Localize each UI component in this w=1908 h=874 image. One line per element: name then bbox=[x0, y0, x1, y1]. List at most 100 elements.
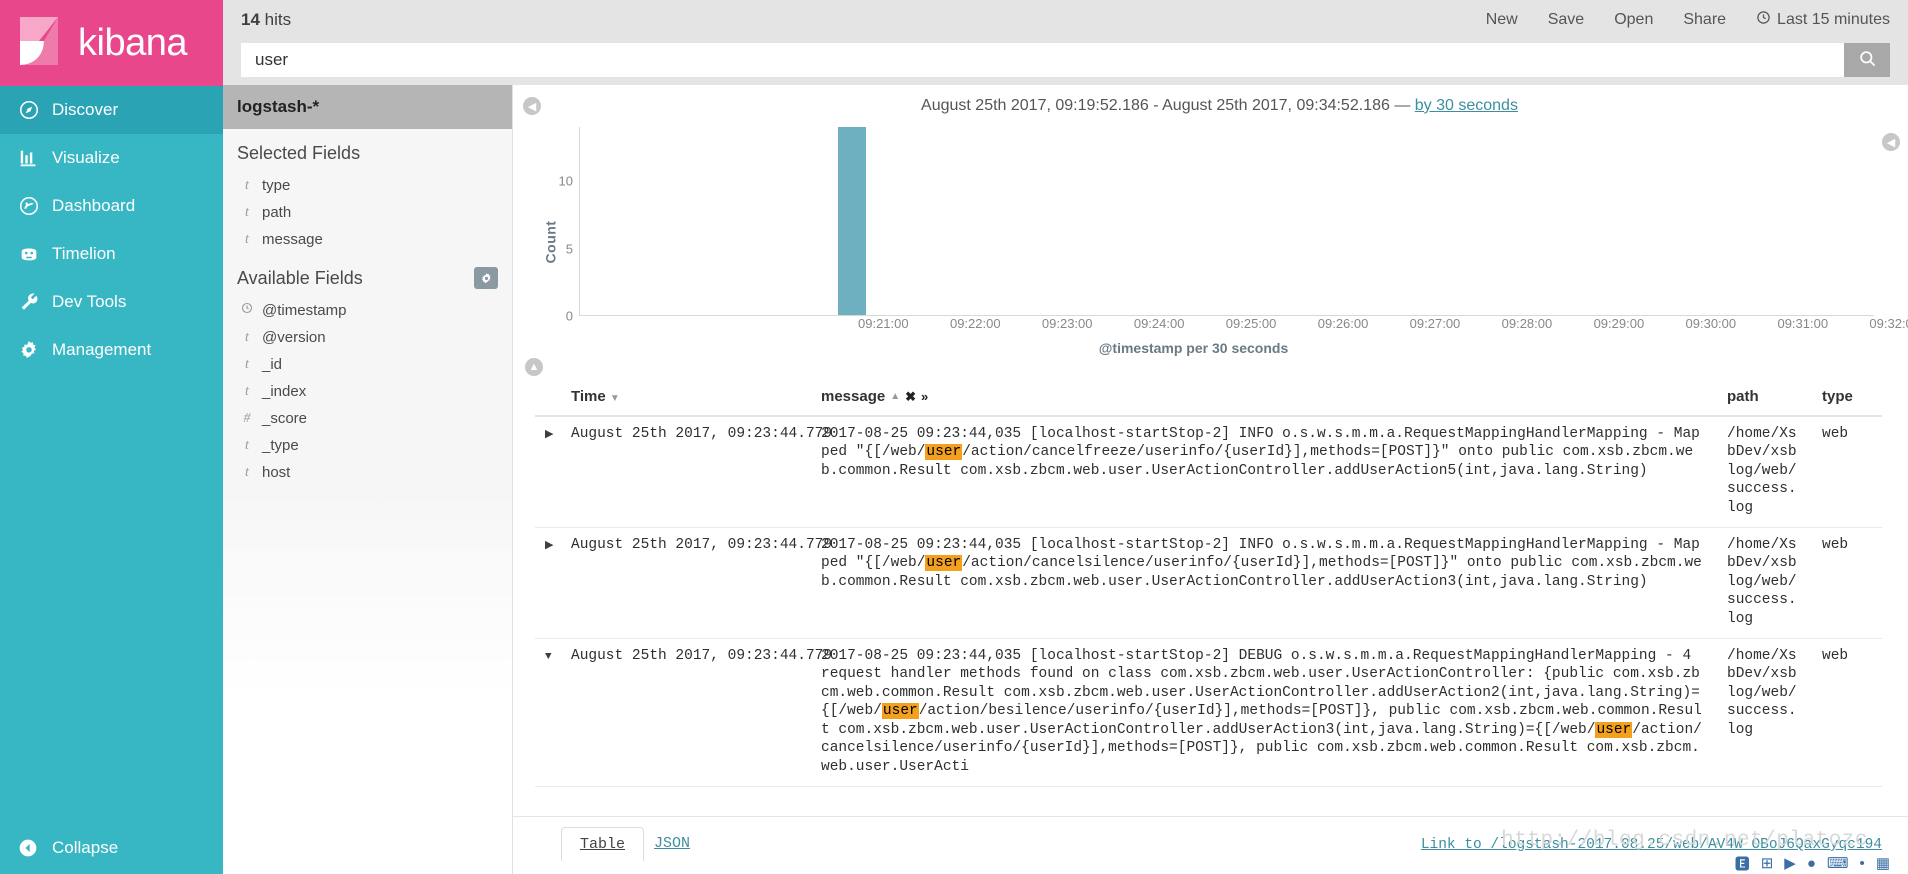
msg-part: /action/besilence/userinfo/{userId}],met… bbox=[821, 703, 1702, 738]
x-tick: 09:28:00 bbox=[1501, 316, 1553, 331]
field-item-version[interactable]: t @version bbox=[223, 324, 512, 351]
table-row[interactable]: ▶ August 25th 2017, 09:23:44.779 2017-08… bbox=[535, 416, 1882, 529]
search-highlight: user bbox=[1595, 721, 1633, 738]
column-label: message bbox=[821, 388, 886, 405]
move-right-icon[interactable]: » bbox=[921, 389, 928, 404]
field-item-message[interactable]: t message bbox=[223, 226, 512, 253]
chart-collapse-up-icon[interactable]: ▲ bbox=[525, 358, 543, 376]
document-table: Time ▼ message ▲ ✖ » path type ▶ August … bbox=[513, 380, 1908, 816]
field-item-type-meta[interactable]: t _type bbox=[223, 432, 512, 459]
field-item-score[interactable]: # _score bbox=[223, 405, 512, 432]
field-label: path bbox=[262, 204, 292, 221]
expand-column-header bbox=[535, 380, 561, 417]
body-area: logstash-* Selected Fields t type t path… bbox=[223, 85, 1908, 874]
search-input[interactable] bbox=[241, 42, 1844, 77]
chart-collapse-right-icon[interactable]: ◀ bbox=[1882, 133, 1900, 151]
field-item-index[interactable]: t _index bbox=[223, 378, 512, 405]
x-axis-ticks: 09:21:00 09:22:00 09:23:00 09:24:00 09:2… bbox=[579, 316, 1908, 336]
taskbar-icon-app[interactable]: ⊞ bbox=[1761, 854, 1774, 872]
fields-panel-filler bbox=[223, 486, 512, 874]
search-highlight: user bbox=[925, 444, 963, 461]
field-item-host[interactable]: t host bbox=[223, 459, 512, 486]
x-tick: 09:30:00 bbox=[1685, 316, 1737, 331]
new-button[interactable]: New bbox=[1486, 11, 1518, 29]
sidebar-item-label: Discover bbox=[52, 100, 119, 119]
sidebar-collapse-label: Collapse bbox=[52, 838, 119, 857]
sidebar-item-dev-tools[interactable]: Dev Tools bbox=[0, 278, 223, 326]
timelion-icon bbox=[18, 243, 52, 265]
expand-toggle-cell[interactable]: ▶ bbox=[535, 416, 561, 529]
field-item-type[interactable]: t type bbox=[223, 172, 512, 199]
field-label: message bbox=[262, 231, 323, 248]
sidebar-item-timelion[interactable]: Timelion bbox=[0, 230, 223, 278]
row-type: web bbox=[1812, 416, 1882, 529]
tab-table[interactable]: Table bbox=[561, 827, 645, 861]
string-type-icon: t bbox=[245, 464, 249, 480]
sidebar: kibana Discover Visualize Dashboard Time… bbox=[0, 0, 223, 874]
open-button[interactable]: Open bbox=[1614, 11, 1653, 29]
share-button[interactable]: Share bbox=[1683, 11, 1726, 29]
field-label: host bbox=[262, 464, 291, 481]
field-item-timestamp[interactable]: @timestamp bbox=[223, 297, 512, 324]
expand-toggle-cell[interactable]: ▼ bbox=[535, 638, 561, 787]
table-collapse-row: ▲ bbox=[513, 356, 1908, 380]
field-label: _index bbox=[262, 383, 307, 400]
field-label: _id bbox=[262, 356, 283, 373]
sidebar-item-dashboard[interactable]: Dashboard bbox=[0, 182, 223, 230]
field-settings-gear-icon[interactable] bbox=[474, 267, 498, 289]
field-item-path[interactable]: t path bbox=[223, 199, 512, 226]
y-tick: 5 bbox=[565, 241, 573, 257]
sidebar-item-visualize[interactable]: Visualize bbox=[0, 134, 223, 182]
fields-panel: logstash-* Selected Fields t type t path… bbox=[223, 85, 513, 874]
chart-axes bbox=[579, 127, 1874, 316]
date-type-icon bbox=[241, 302, 253, 319]
sidebar-item-management[interactable]: Management bbox=[0, 326, 223, 374]
x-tick: 09:31:00 bbox=[1777, 316, 1829, 331]
taskbar-icon-calendar[interactable]: ▦ bbox=[1876, 854, 1890, 872]
string-type-icon: t bbox=[245, 383, 249, 399]
taskbar-icon-dot[interactable]: • bbox=[1860, 855, 1865, 872]
save-button[interactable]: Save bbox=[1548, 11, 1584, 29]
row-time: August 25th 2017, 09:23:44.779 bbox=[561, 416, 832, 529]
x-tick: 09:26:00 bbox=[1317, 316, 1369, 331]
string-type-icon: t bbox=[245, 329, 249, 345]
y-tick: 10 bbox=[558, 173, 573, 189]
table-row[interactable]: ▶ August 25th 2017, 09:23:44.779 2017-08… bbox=[535, 527, 1882, 640]
document-detail-bar: Table JSON Link to /logstash-2017.08.25/… bbox=[513, 816, 1908, 874]
tab-json[interactable]: JSON bbox=[644, 827, 700, 860]
field-label: @timestamp bbox=[262, 302, 347, 319]
expand-row-icon[interactable]: ▶ bbox=[545, 426, 553, 443]
expand-row-icon[interactable]: ▶ bbox=[545, 537, 553, 554]
row-message: 2017-08-25 09:23:44,035 [localhost-start… bbox=[811, 416, 1717, 529]
sidebar-collapse-button[interactable]: Collapse bbox=[0, 822, 223, 874]
remove-column-icon[interactable]: ✖ bbox=[905, 389, 916, 405]
expand-toggle-cell[interactable]: ▶ bbox=[535, 527, 561, 640]
taskbar-icon-keyboard[interactable]: ⌨ bbox=[1827, 854, 1849, 872]
selected-fields-title: Selected Fields bbox=[237, 143, 361, 163]
field-item-id[interactable]: t _id bbox=[223, 351, 512, 378]
document-permalink[interactable]: Link to /logstash-2017.08.25/web/AV4W_OB… bbox=[1421, 827, 1882, 853]
chart-collapse-left-icon[interactable]: ◀ bbox=[523, 97, 541, 115]
sort-asc-icon[interactable]: ▲ bbox=[890, 391, 900, 402]
number-type-icon: # bbox=[243, 410, 251, 426]
sidebar-item-discover[interactable]: Discover bbox=[0, 86, 223, 134]
clock-icon bbox=[1756, 10, 1771, 30]
search-button[interactable] bbox=[1844, 42, 1890, 77]
time-picker-button[interactable]: Last 15 minutes bbox=[1756, 10, 1890, 30]
taskbar-icon-user[interactable]: ● bbox=[1807, 855, 1816, 872]
taskbar-icon-media[interactable]: ▶ bbox=[1784, 854, 1796, 872]
kibana-discover-app: kibana Discover Visualize Dashboard Time… bbox=[0, 0, 1908, 874]
string-type-icon: t bbox=[245, 356, 249, 372]
x-tick: 09:27:00 bbox=[1409, 316, 1461, 331]
brand-logo[interactable]: kibana bbox=[0, 0, 223, 86]
time-column-header[interactable]: Time ▼ bbox=[561, 380, 811, 417]
interval-link[interactable]: by 30 seconds bbox=[1415, 97, 1518, 114]
collapse-row-icon[interactable]: ▼ bbox=[545, 648, 552, 665]
sidebar-item-label: Timelion bbox=[52, 244, 116, 263]
sort-desc-icon[interactable]: ▼ bbox=[610, 393, 620, 404]
index-pattern-selector[interactable]: logstash-* bbox=[223, 85, 512, 129]
taskbar-icon-browser[interactable]: 🅴 bbox=[1735, 853, 1750, 874]
x-tick: 09:24:00 bbox=[1133, 316, 1185, 331]
table-row[interactable]: ▼ August 25th 2017, 09:23:44.779 2017-08… bbox=[535, 638, 1882, 787]
histogram-bar[interactable] bbox=[837, 127, 866, 315]
